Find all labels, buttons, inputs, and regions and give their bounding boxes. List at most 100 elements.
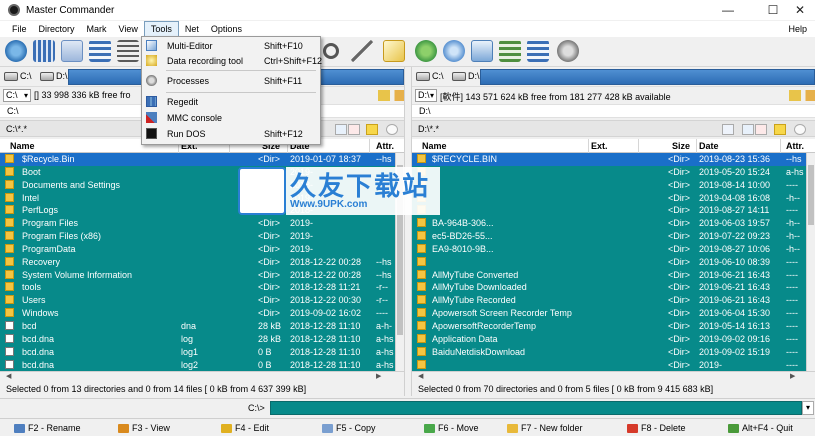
file-row[interactable]: bcd.dna log 28 kB 2018-12-28 11:10 a-hs bbox=[0, 333, 404, 346]
menu-item-run-dos[interactable]: Run DOS Shift+F12 bbox=[142, 126, 320, 141]
right-filter[interactable]: D:\*.* bbox=[418, 124, 439, 134]
file-row[interactable]: <Dir> 2019-08-14 10:00 ---- bbox=[412, 179, 815, 192]
col-attr[interactable]: Attr. bbox=[376, 141, 394, 151]
f5-copy-button[interactable]: F5 - Copy bbox=[322, 422, 376, 434]
file-row[interactable]: bcd.dna log2 0 B 2018-12-28 11:10 a-hs bbox=[0, 359, 404, 372]
panel-divider[interactable] bbox=[404, 67, 412, 396]
col-ext[interactable]: Ext. bbox=[591, 141, 608, 151]
search-icon[interactable] bbox=[323, 43, 339, 59]
f8-delete-button[interactable]: F8 - Delete bbox=[627, 422, 686, 434]
file-row[interactable]: System Volume Information <Dir> 2018-12-22… bbox=[0, 269, 404, 282]
menu-directory[interactable]: Directory bbox=[33, 21, 81, 37]
file-row[interactable]: $Recycle.Bin <Dir> 2019-01-07 18:37 --hs bbox=[0, 153, 404, 166]
col-size[interactable]: Size bbox=[672, 141, 690, 151]
menu-item-mmc-console[interactable]: MMC console bbox=[142, 110, 320, 125]
edit-icon[interactable] bbox=[383, 40, 405, 62]
command-input[interactable] bbox=[270, 401, 802, 415]
file-row[interactable]: AllMyTube Recorded <Dir> 2019-06-21 16:43 -… bbox=[412, 294, 815, 307]
minimize-button[interactable]: — bbox=[713, 0, 743, 20]
left-history-icon[interactable] bbox=[386, 124, 398, 135]
info-icon[interactable] bbox=[471, 40, 493, 62]
scroll-thumb[interactable] bbox=[808, 165, 814, 225]
command-history-dropdown[interactable]: ▾ bbox=[802, 401, 814, 415]
menu-item-processes[interactable]: Processes Shift+F11 bbox=[142, 73, 320, 88]
file-row[interactable]: $RECYCLE.BIN <Dir> 2019-08-23 15:36 --hs bbox=[412, 153, 815, 166]
brief-view-icon[interactable] bbox=[33, 40, 55, 62]
quit-button[interactable]: Alt+F4 - Quit bbox=[728, 422, 793, 434]
menu-net[interactable]: Net bbox=[179, 21, 205, 37]
menu-file[interactable]: File bbox=[0, 21, 33, 37]
file-row[interactable]: EA9-8010-9B... <Dir> 2019-08-27 10:06 -h-- bbox=[412, 243, 815, 256]
menu-item-regedit[interactable]: Regedit bbox=[142, 94, 320, 109]
right-close-tab-icon[interactable] bbox=[755, 124, 767, 135]
sync-icon[interactable] bbox=[527, 40, 549, 62]
file-row[interactable]: Program Files (x86) <Dir> 2019- bbox=[0, 230, 404, 243]
settings-globe-icon[interactable] bbox=[443, 40, 465, 62]
full-view-icon[interactable] bbox=[61, 40, 83, 62]
file-row[interactable]: Application Data <Dir> 2019-09-02 09:16 ---… bbox=[412, 333, 815, 346]
file-row[interactable]: Windows <Dir> 2019-09-02 16:02 ---- bbox=[0, 307, 404, 320]
right-vertical-scrollbar[interactable] bbox=[806, 153, 815, 380]
close-button[interactable]: ✕ bbox=[785, 0, 815, 20]
left-favorites-star-icon[interactable] bbox=[366, 124, 378, 135]
file-row[interactable]: <Dir> 2019-04-08 16:08 -h-- bbox=[412, 192, 815, 205]
right-arrow-icon[interactable] bbox=[722, 124, 734, 135]
right-drive-c[interactable]: C:\ bbox=[416, 71, 444, 81]
file-row[interactable]: Apowersoft Screen Recorder Temp <Dir> 2019… bbox=[412, 307, 815, 320]
file-row[interactable]: <Dir> 2019-05-20 15:24 a-hs bbox=[412, 166, 815, 179]
menu-item-multi-editor[interactable]: Multi-Editor Shift+F10 bbox=[142, 38, 320, 53]
refresh-icon[interactable] bbox=[5, 40, 27, 62]
file-row[interactable]: ProgramData <Dir> 2019- bbox=[0, 243, 404, 256]
file-row[interactable]: tools <Dir> 2018-12-28 11:21 -r-- bbox=[0, 281, 404, 294]
file-row[interactable]: Program Files <Dir> 2019- bbox=[0, 217, 404, 230]
col-attr[interactable]: Attr. bbox=[786, 141, 804, 151]
file-row[interactable]: bcd dna 28 kB 2018-12-28 11:10 a-h- bbox=[0, 320, 404, 333]
file-row[interactable]: BaiduNetdiskDownload <Dir> 2019-09-02 15:1… bbox=[412, 346, 815, 359]
right-history-icon[interactable] bbox=[794, 124, 806, 135]
file-row[interactable]: ApowersoftRecorderTemp <Dir> 2019-05-14 16… bbox=[412, 320, 815, 333]
file-row[interactable]: BA-964B-306... <Dir> 2019-06-03 19:57 -h-- bbox=[412, 217, 815, 230]
file-row[interactable]: <Dir> 2019- ---- bbox=[412, 359, 815, 372]
f4-edit-button[interactable]: F4 - Edit bbox=[221, 422, 269, 434]
menu-help[interactable]: Help bbox=[788, 21, 807, 37]
file-row[interactable]: <Dir> 2019-06-10 08:39 ---- bbox=[412, 256, 815, 269]
file-row[interactable]: Users <Dir> 2018-12-22 00:30 -r-- bbox=[0, 294, 404, 307]
menu-tools[interactable]: Tools bbox=[143, 21, 179, 37]
thumbnail-view-icon[interactable] bbox=[89, 40, 111, 62]
left-drive-c[interactable]: C:\ bbox=[4, 71, 32, 81]
right-drive-d[interactable]: D:\ bbox=[452, 71, 480, 81]
right-drive-select[interactable]: D:\ bbox=[415, 89, 437, 102]
left-drive-d[interactable]: D:\ bbox=[40, 71, 68, 81]
menu-item-data-recording-tool[interactable]: Data recording tool Ctrl+Shift+F12 bbox=[142, 53, 322, 68]
f6-move-button[interactable]: F6 - Move bbox=[424, 422, 479, 434]
file-row[interactable]: ec5-BD26-55... <Dir> 2019-07-22 09:23 -h-- bbox=[412, 230, 815, 243]
right-folder-buttons-icon[interactable] bbox=[789, 90, 815, 101]
f7-new-folder-button[interactable]: F7 - New folder bbox=[507, 422, 583, 434]
right-new-tab-icon[interactable] bbox=[742, 124, 754, 135]
menu-options[interactable]: Options bbox=[205, 21, 248, 37]
menu-view[interactable]: View bbox=[113, 21, 144, 37]
maximize-button[interactable]: ☐ bbox=[758, 0, 788, 20]
left-close-tab-icon[interactable] bbox=[348, 124, 360, 135]
left-horizontal-scrollbar[interactable]: ◀ ▶ bbox=[0, 371, 404, 380]
file-row[interactable]: bcd.dna log1 0 B 2018-12-28 11:10 a-hs bbox=[0, 346, 404, 359]
right-favorites-star-icon[interactable] bbox=[774, 124, 786, 135]
pen-icon[interactable] bbox=[351, 40, 373, 62]
col-date[interactable]: Date bbox=[699, 141, 719, 151]
file-row[interactable]: <Dir> 2019-08-27 14:11 ---- bbox=[412, 204, 815, 217]
file-row[interactable]: AllMyTube Downloaded <Dir> 2019-06-21 16:4… bbox=[412, 281, 815, 294]
right-horizontal-scrollbar[interactable]: ◀ ▶ bbox=[412, 371, 815, 380]
f3-view-button[interactable]: F3 - View bbox=[118, 422, 170, 434]
file-row[interactable]: Recovery <Dir> 2018-12-22 00:28 --hs bbox=[0, 256, 404, 269]
file-row[interactable]: AllMyTube Converted <Dir> 2019-06-21 16:43… bbox=[412, 269, 815, 282]
network-icon[interactable] bbox=[415, 40, 437, 62]
gear-icon[interactable] bbox=[557, 40, 579, 62]
menu-mark[interactable]: Mark bbox=[81, 21, 113, 37]
left-drive-select[interactable]: C:\ bbox=[3, 89, 31, 102]
tree-view-icon[interactable] bbox=[117, 40, 139, 62]
f2-rename-button[interactable]: F2 - Rename bbox=[14, 422, 81, 434]
col-name[interactable]: Name bbox=[422, 141, 447, 151]
compare-icon[interactable] bbox=[499, 40, 521, 62]
left-new-tab-icon[interactable] bbox=[335, 124, 347, 135]
left-filter[interactable]: C:\*.* bbox=[6, 124, 27, 134]
